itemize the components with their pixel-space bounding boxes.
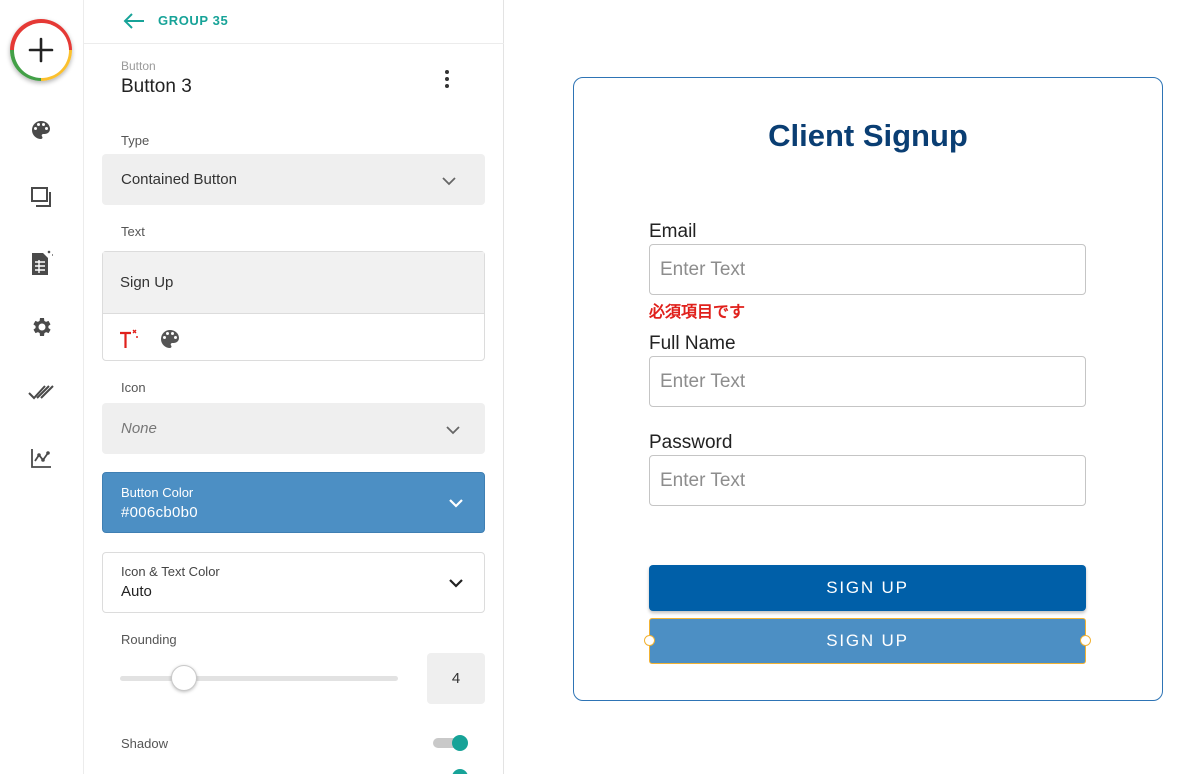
text-editor: Sign Up bbox=[102, 251, 485, 361]
fullname-placeholder: Enter Text bbox=[660, 371, 746, 392]
icon-text-color-value: Auto bbox=[121, 583, 152, 600]
email-field[interactable]: Enter Text bbox=[649, 244, 1086, 295]
type-label: Type bbox=[121, 133, 150, 148]
password-field[interactable]: Enter Text bbox=[649, 455, 1086, 506]
email-placeholder: Enter Text bbox=[660, 259, 746, 280]
fullname-label: Full Name bbox=[649, 333, 736, 354]
plus-icon bbox=[13, 22, 69, 78]
password-label: Password bbox=[649, 432, 733, 453]
signup-button[interactable]: SIGN UP bbox=[649, 565, 1086, 611]
icon-rail bbox=[0, 0, 84, 774]
palette-icon[interactable] bbox=[24, 115, 58, 145]
analytics-icon[interactable] bbox=[24, 443, 58, 473]
password-placeholder: Enter Text bbox=[660, 470, 746, 491]
more-options-icon[interactable] bbox=[440, 68, 454, 90]
toggle-knob bbox=[452, 735, 468, 751]
app-root: GROUP 35 Button Button 3 Type Contained … bbox=[0, 0, 1200, 774]
text-label: Text bbox=[121, 224, 145, 239]
icon-label: Icon bbox=[121, 380, 146, 395]
type-value: Contained Button bbox=[121, 171, 237, 188]
text-input[interactable]: Sign Up bbox=[103, 252, 484, 314]
shadow-label: Shadow bbox=[121, 736, 168, 751]
back-link[interactable]: GROUP 35 bbox=[158, 13, 228, 28]
resize-handle-right[interactable] bbox=[1080, 635, 1091, 646]
icon-text-color-label: Icon & Text Color bbox=[121, 564, 220, 579]
next-toggle-knob[interactable] bbox=[452, 769, 468, 774]
gear-icon[interactable] bbox=[24, 312, 58, 342]
palette-icon[interactable] bbox=[158, 327, 182, 356]
form-title: Client Signup bbox=[768, 118, 968, 153]
rounding-label: Rounding bbox=[121, 632, 177, 647]
sheet-icon[interactable] bbox=[24, 248, 58, 278]
fullname-field[interactable]: Enter Text bbox=[649, 356, 1086, 407]
rounding-slider-thumb[interactable] bbox=[170, 665, 197, 691]
component-name: Button 3 bbox=[121, 76, 192, 97]
layers-icon[interactable] bbox=[24, 182, 58, 212]
email-error: 必須項目です bbox=[649, 304, 746, 321]
icon-text-color-select[interactable]: Icon & Text Color Auto bbox=[102, 552, 485, 613]
chevron-down-icon bbox=[448, 575, 464, 593]
button-color-select[interactable]: Button Color #006cb0b0 bbox=[102, 472, 485, 533]
icon-select[interactable]: None bbox=[102, 403, 485, 454]
text-magic-icon[interactable] bbox=[117, 327, 141, 356]
chevron-down-icon bbox=[448, 495, 464, 513]
component-type: Button bbox=[121, 59, 156, 73]
add-component-button[interactable] bbox=[10, 19, 72, 81]
properties-panel: GROUP 35 Button Button 3 Type Contained … bbox=[84, 0, 504, 774]
double-check-icon[interactable] bbox=[24, 377, 58, 407]
text-value: Sign Up bbox=[120, 274, 174, 291]
type-select[interactable]: Contained Button bbox=[102, 154, 485, 205]
button-color-label: Button Color bbox=[121, 485, 194, 500]
shadow-toggle[interactable] bbox=[433, 735, 468, 751]
chevron-down-icon bbox=[441, 173, 457, 191]
rounding-slider[interactable] bbox=[120, 676, 398, 681]
icon-value: None bbox=[121, 420, 157, 437]
back-row[interactable]: GROUP 35 bbox=[84, 0, 504, 44]
signup-button-selected[interactable]: SIGN UP bbox=[649, 618, 1086, 664]
arrow-left-icon[interactable] bbox=[122, 12, 146, 35]
rounding-value[interactable]: 4 bbox=[427, 653, 485, 704]
resize-handle-left[interactable] bbox=[644, 635, 655, 646]
chevron-down-icon bbox=[445, 422, 461, 440]
button-color-value: #006cb0b0 bbox=[121, 504, 198, 521]
email-label: Email bbox=[649, 221, 697, 242]
